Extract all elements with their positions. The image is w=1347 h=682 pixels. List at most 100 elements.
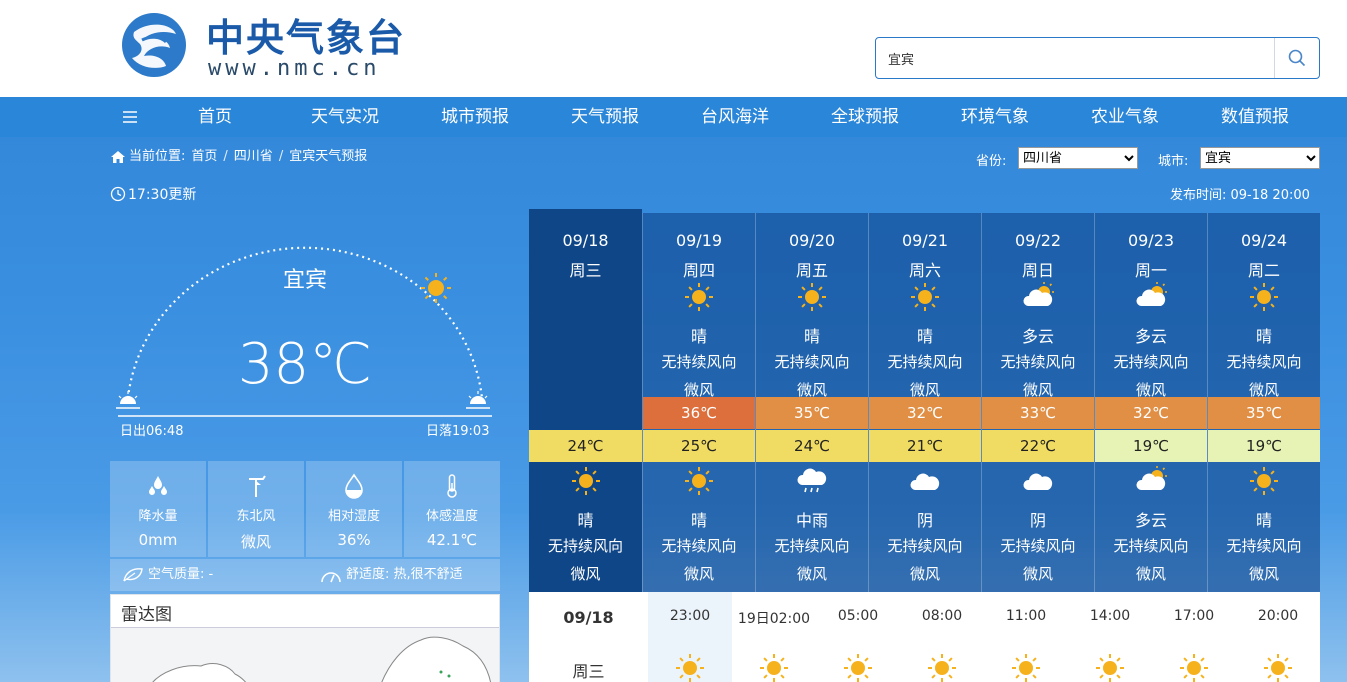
- update-time-text: 17:30更新: [128, 187, 197, 203]
- forecast-day[interactable]: 09/20 周五晴无持续风向 微风 35℃ 24℃ 中雨 无持续风向 微风: [755, 213, 868, 592]
- forecast-weekday: 周五: [795, 261, 828, 280]
- forecast-weekday: 周三: [569, 261, 602, 280]
- forecast-night-desc: 阴: [916, 511, 933, 530]
- city-select[interactable]: 宜宾: [1200, 147, 1320, 169]
- forecast-night-wind-speed: 微风: [683, 565, 714, 583]
- forecast-night-wind-speed: 微风: [570, 565, 601, 583]
- breadcrumb-home[interactable]: 首页: [191, 148, 217, 166]
- stat-label: 相对湿度: [327, 509, 380, 524]
- thermometer-icon: [447, 474, 457, 498]
- breadcrumb: 当前位置: 首页 / 四川省 / 宜宾天气预报: [110, 148, 367, 166]
- forecast-date: 09/20: [788, 231, 836, 250]
- site-logo[interactable]: 中央气象台 www.nmc.cn: [120, 10, 420, 82]
- forecast-low-temp: 21℃: [869, 430, 981, 462]
- radar-map-image: [152, 636, 492, 682]
- radar-map[interactable]: [111, 627, 499, 682]
- stat-value: 36%: [337, 531, 371, 549]
- sun-icon: [685, 467, 713, 495]
- search-button[interactable]: [1274, 38, 1319, 78]
- partly-cloudy-icon: [1136, 466, 1167, 490]
- nav-item-observations[interactable]: 天气实况: [290, 97, 400, 137]
- comfort: 舒适度: 热,很不舒适: [320, 559, 463, 591]
- forecast-day-wind-dir: 无持续风向: [774, 353, 850, 371]
- sunrise-time: 日出06:48: [120, 424, 184, 439]
- sun-icon: [844, 654, 872, 682]
- stat-feels-like: 体感温度 42.1℃: [404, 461, 500, 557]
- hourly-slot: 11:00: [984, 592, 1068, 682]
- breadcrumb-separator: /: [223, 149, 228, 164]
- breadcrumb-province[interactable]: 四川省: [234, 148, 273, 166]
- clock-icon: [110, 186, 126, 202]
- nav-item-home[interactable]: 首页: [160, 97, 270, 137]
- search-icon: [1288, 49, 1306, 67]
- hourly-time: 14:00: [1089, 608, 1131, 624]
- forecast-low-temp: 24℃: [529, 430, 642, 462]
- sun-icon: [1096, 654, 1124, 682]
- nav-item-weather-forecast[interactable]: 天气预报: [550, 97, 660, 137]
- forecast-weekday: 周一: [1134, 261, 1167, 280]
- forecast-day[interactable]: 09/21 周六晴无持续风向 微风 32℃ 21℃ 阴无持续风向 微风: [868, 213, 981, 592]
- forecast-night-wind-dir: 无持续风向: [661, 537, 737, 555]
- forecast-night-wind-speed: 微风: [1248, 565, 1279, 583]
- forecast-day-desc: 晴: [1255, 327, 1272, 346]
- air-quality: 空气质量: -: [122, 559, 213, 591]
- province-label: 省份:: [976, 154, 1007, 169]
- nav-item-numerical[interactable]: 数值预报: [1200, 97, 1310, 137]
- site-header: 中央气象台 www.nmc.cn: [0, 0, 1347, 97]
- sun-icon: [911, 283, 939, 311]
- hourly-time: 23:00: [669, 608, 711, 624]
- forecast-night-wind-dir: 无持续风向: [774, 537, 850, 555]
- forecast-night-desc: 晴: [690, 511, 707, 530]
- sun-icon: [1180, 654, 1208, 682]
- hourly-date-value: 09/18: [563, 608, 614, 627]
- forecast-day[interactable]: 09/23 周一 多云 无持续风向 微风 32℃ 19℃ 多云 无持续风向 微风: [1094, 213, 1207, 592]
- forecast-date: 09/24: [1240, 231, 1288, 250]
- forecast-day[interactable]: 09/24 周二晴无持续风向 微风 35℃ 19℃ 晴无持续风向 微风: [1207, 213, 1320, 592]
- search-input[interactable]: [876, 38, 1274, 78]
- nav-item-agriculture[interactable]: 农业气象: [1070, 97, 1180, 137]
- forecast-day-desc: 多云: [1134, 327, 1167, 346]
- city-label: 城市:: [1158, 154, 1189, 169]
- stat-value: 微风: [240, 533, 271, 551]
- forecast-low-temp: 19℃: [1095, 430, 1207, 462]
- forecast-high-temp: 35℃: [1208, 397, 1320, 429]
- forecast-low-temp: 25℃: [643, 430, 755, 462]
- radar-title: 雷达图: [121, 605, 172, 625]
- forecast-day-today[interactable]: 09/18 周三 24℃ 晴无持续风向 微风: [529, 209, 642, 600]
- humidity-icon: [345, 473, 363, 499]
- logo-emblem-icon: [122, 13, 186, 77]
- forecast-night-desc: 多云: [1134, 511, 1167, 530]
- forecast-night-wind-dir: 无持续风向: [1113, 537, 1189, 555]
- nav-item-global-forecast[interactable]: 全球预报: [810, 97, 920, 137]
- breadcrumb-current: 宜宾天气预报: [289, 149, 368, 164]
- forecast-day[interactable]: 09/19 周四晴无持续风向 微风 36℃ 25℃ 晴无持续风向 微风: [642, 213, 755, 592]
- forecast-day[interactable]: 09/22 周日 多云 无持续风向 微风 33℃ 22℃ 阴无持续风向 微风: [981, 213, 1094, 592]
- rain-cloud-icon: [797, 468, 827, 493]
- sun-icon: [1250, 467, 1278, 495]
- menu-icon[interactable]: [120, 107, 140, 127]
- province-select[interactable]: 四川省: [1018, 147, 1138, 169]
- current-temperature: 38℃: [237, 332, 373, 397]
- forecast-night-wind-dir: 无持续风向: [1000, 537, 1076, 555]
- update-time: 17:30更新: [110, 184, 196, 204]
- forecast-night-wind-speed: 微风: [1135, 565, 1166, 583]
- partly-cloudy-icon: [1023, 282, 1054, 306]
- stat-value: 0mm: [138, 531, 178, 549]
- forecast-high-temp: 35℃: [756, 397, 868, 429]
- forecast-day-wind-dir: 无持续风向: [1000, 353, 1076, 371]
- forecast-date: 09/21: [901, 231, 949, 250]
- forecast-day-wind-dir: 无持续风向: [1226, 353, 1302, 371]
- radar-panel: 雷达图: [110, 594, 500, 682]
- comfort-text: 舒适度: 热,很不舒适: [346, 567, 463, 582]
- nav-item-typhoon-ocean[interactable]: 台风海洋: [680, 97, 790, 137]
- sunset-time: 日落19:03: [426, 424, 490, 439]
- forecast-night-wind-dir: 无持续风向: [1226, 537, 1302, 555]
- cloud-icon: [910, 473, 940, 490]
- nav-item-city-forecast[interactable]: 城市预报: [420, 97, 530, 137]
- hourly-time: 20:00: [1257, 608, 1299, 624]
- forecast-high-temp: 32℃: [1095, 397, 1207, 429]
- nav-item-environment[interactable]: 环境气象: [940, 97, 1050, 137]
- forecast-night-wind-speed: 微风: [796, 565, 827, 583]
- forecast-night-wind-dir: 无持续风向: [887, 537, 963, 555]
- stat-wind: 东北风 微风: [208, 461, 304, 557]
